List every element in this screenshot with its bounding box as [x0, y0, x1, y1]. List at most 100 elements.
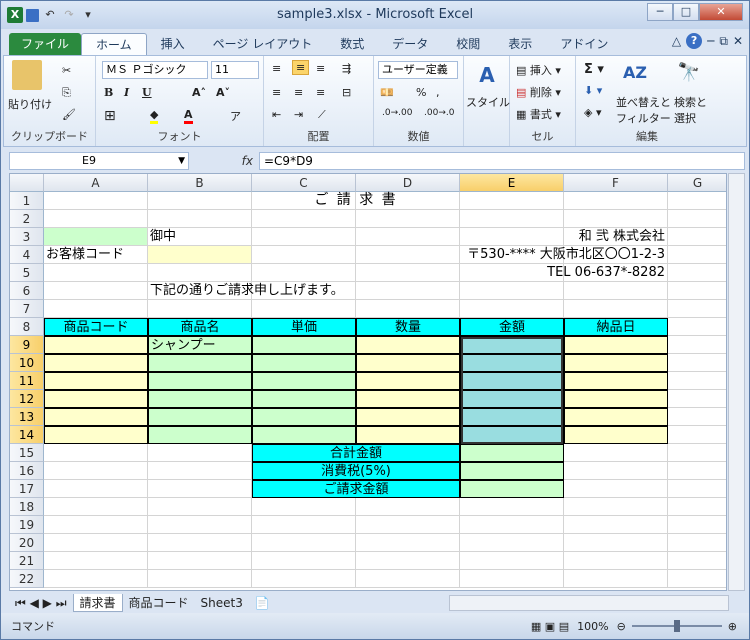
- cell[interactable]: [460, 282, 564, 300]
- sort-filter-icon[interactable]: AZ: [620, 58, 650, 88]
- cell[interactable]: [668, 354, 726, 372]
- row-header-7[interactable]: 7: [10, 300, 44, 318]
- row-header-2[interactable]: 2: [10, 210, 44, 228]
- table-cell[interactable]: [148, 354, 252, 372]
- cell-b6[interactable]: 下記の通りご請求申し上げます。: [148, 282, 460, 300]
- row-header-13[interactable]: 13: [10, 408, 44, 426]
- cell[interactable]: [668, 336, 726, 354]
- cell[interactable]: [252, 246, 356, 264]
- cell[interactable]: [460, 300, 564, 318]
- percent-icon[interactable]: %: [416, 86, 426, 99]
- sheet-tab-invoice[interactable]: 請求書: [72, 594, 123, 612]
- cell[interactable]: [44, 570, 148, 588]
- cell[interactable]: [668, 534, 726, 552]
- cell[interactable]: [252, 498, 356, 516]
- select-all-corner[interactable]: [10, 174, 44, 192]
- summary-value[interactable]: [460, 462, 564, 480]
- cell[interactable]: [668, 192, 726, 210]
- cell[interactable]: [564, 444, 668, 462]
- tab-insert[interactable]: 挿入: [147, 33, 199, 55]
- table-cell[interactable]: [252, 354, 356, 372]
- doc-close-icon[interactable]: ✕: [733, 34, 743, 48]
- table-cell[interactable]: [252, 426, 356, 444]
- cell[interactable]: [44, 192, 148, 210]
- cell[interactable]: [44, 498, 148, 516]
- tab-home[interactable]: ホーム: [81, 33, 147, 55]
- cell[interactable]: [668, 300, 726, 318]
- cell[interactable]: [564, 300, 668, 318]
- table-cell[interactable]: [44, 372, 148, 390]
- row-header-11[interactable]: 11: [10, 372, 44, 390]
- table-cell[interactable]: [564, 408, 668, 426]
- zoom-slider-thumb[interactable]: [673, 620, 680, 632]
- cell[interactable]: [252, 264, 356, 282]
- tab-review[interactable]: 校閲: [442, 33, 494, 55]
- paste-icon[interactable]: [12, 60, 42, 90]
- align-right-icon[interactable]: ≡: [316, 86, 325, 99]
- cell[interactable]: [668, 498, 726, 516]
- zoom-level[interactable]: 100%: [577, 620, 608, 633]
- autosum-icon[interactable]: Σ ▾: [584, 62, 604, 77]
- cell[interactable]: [668, 318, 726, 336]
- orientation-icon[interactable]: ⟋: [318, 108, 326, 122]
- styles-icon[interactable]: A: [472, 60, 502, 90]
- cell[interactable]: [668, 480, 726, 498]
- cell-b3[interactable]: 御中: [148, 228, 252, 246]
- styles-button[interactable]: スタイル: [466, 94, 510, 110]
- table-cell[interactable]: [356, 408, 460, 426]
- cell[interactable]: [668, 570, 726, 588]
- cell[interactable]: [44, 264, 148, 282]
- row-header-22[interactable]: 22: [10, 570, 44, 588]
- row-header-10[interactable]: 10: [10, 354, 44, 372]
- sort-filter-label-2[interactable]: フィルター: [616, 110, 671, 126]
- align-left-icon[interactable]: ≡: [272, 86, 281, 99]
- bold-icon[interactable]: B: [104, 86, 113, 99]
- table-cell[interactable]: [148, 372, 252, 390]
- clear-icon[interactable]: ◈ ▾: [584, 106, 601, 119]
- table-cell[interactable]: [356, 372, 460, 390]
- phonetic-icon[interactable]: ア: [230, 108, 241, 124]
- cell[interactable]: [564, 480, 668, 498]
- cell[interactable]: [564, 570, 668, 588]
- help-icon[interactable]: ?: [686, 33, 703, 49]
- cell[interactable]: [148, 264, 252, 282]
- decrease-decimal-icon[interactable]: .00→.0: [424, 108, 454, 118]
- table-cell[interactable]: [356, 426, 460, 444]
- row-header-5[interactable]: 5: [10, 264, 44, 282]
- cell[interactable]: [356, 498, 460, 516]
- cell[interactable]: [148, 210, 252, 228]
- currency-icon[interactable]: 💴: [380, 86, 394, 99]
- font-size-select[interactable]: 11: [211, 61, 259, 79]
- table-cell[interactable]: [44, 426, 148, 444]
- number-format-select[interactable]: ユーザー定義: [378, 61, 458, 79]
- cell[interactable]: [356, 210, 460, 228]
- increase-decimal-icon[interactable]: .0→.00: [382, 108, 412, 118]
- row-header-12[interactable]: 12: [10, 390, 44, 408]
- row-header-9[interactable]: 9: [10, 336, 44, 354]
- table-cell[interactable]: [148, 408, 252, 426]
- grow-font-icon[interactable]: A˄: [192, 86, 206, 99]
- row-header-6[interactable]: 6: [10, 282, 44, 300]
- cell-a3[interactable]: [44, 228, 148, 246]
- cell[interactable]: [148, 192, 252, 210]
- worksheet-grid[interactable]: A B C D E F G 1 2 3 4 5 6 7 8 9 10 11 12 13 14 15 16 17 18 19 20 21…: [9, 173, 727, 591]
- cell[interactable]: [252, 534, 356, 552]
- cell[interactable]: [668, 246, 726, 264]
- zoom-out-icon[interactable]: ⊖: [617, 620, 626, 633]
- decrease-indent-icon[interactable]: ⇤: [272, 108, 281, 121]
- fill-icon[interactable]: ⬇ ▾: [584, 84, 602, 97]
- cell[interactable]: [460, 210, 564, 228]
- cell[interactable]: [564, 498, 668, 516]
- cell[interactable]: [668, 372, 726, 390]
- cell[interactable]: [356, 552, 460, 570]
- cell-a4[interactable]: お客様コード: [44, 246, 148, 264]
- horizontal-scrollbar[interactable]: [449, 595, 729, 611]
- view-buttons-icon[interactable]: ▦ ▣ ▤: [531, 620, 569, 633]
- table-cell[interactable]: [564, 336, 668, 354]
- align-middle-icon[interactable]: ≡: [292, 60, 310, 75]
- cell[interactable]: [668, 390, 726, 408]
- summary-value[interactable]: [460, 480, 564, 498]
- table-cell[interactable]: [356, 390, 460, 408]
- cell[interactable]: [564, 282, 668, 300]
- close-button[interactable]: ✕: [699, 3, 743, 21]
